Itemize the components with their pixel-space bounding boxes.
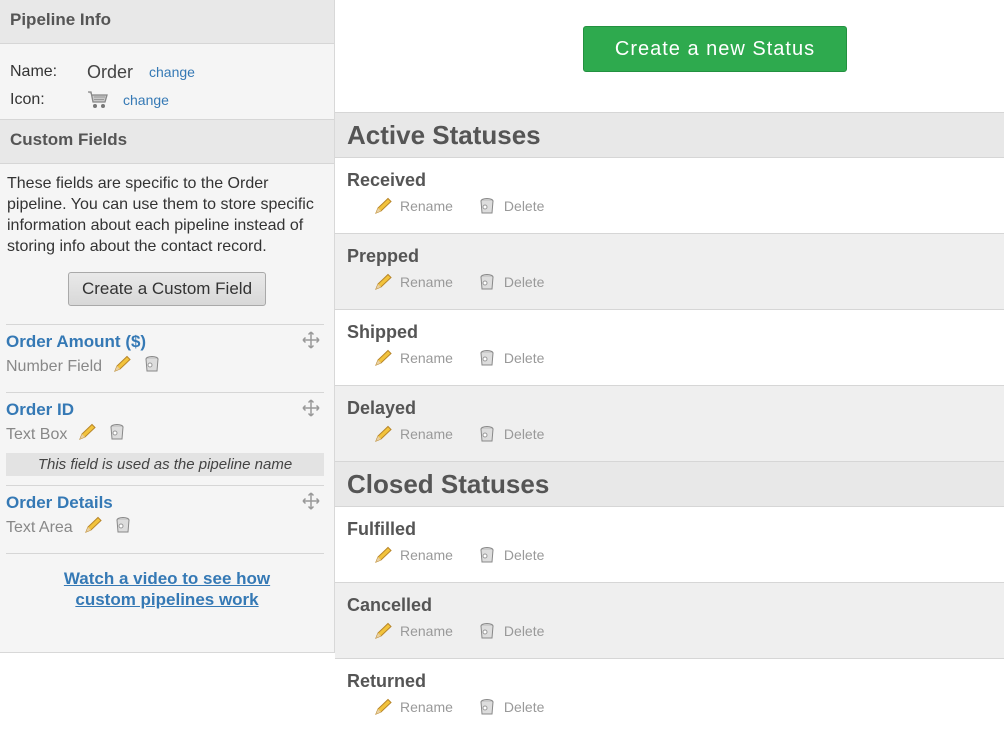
pencil-icon [375, 622, 392, 639]
pipeline-name: Order [87, 61, 134, 82]
create-new-status-button[interactable]: Create a new Status [583, 26, 847, 72]
trash-icon[interactable] [142, 355, 162, 378]
closed-statuses-heading: Closed Statuses [335, 462, 1004, 507]
statuses-panel: Create a new Status Active Statuses Rece… [335, 0, 1004, 729]
delete-label: Delete [503, 274, 545, 290]
status-row: Received Rename Delete [335, 158, 1004, 234]
drag-handle-icon[interactable] [302, 399, 320, 417]
delete-button[interactable]: Delete [477, 273, 544, 291]
trash-icon [480, 699, 494, 715]
rename-button[interactable]: Rename [373, 425, 453, 443]
delete-button[interactable]: Delete [477, 698, 544, 716]
rename-button[interactable]: Rename [373, 349, 453, 367]
change-name-link[interactable]: change [149, 64, 195, 80]
pencil-icon [375, 197, 392, 214]
pencil-icon[interactable] [112, 355, 132, 378]
field-type: Number Field [6, 357, 103, 375]
delete-button[interactable]: Delete [477, 425, 544, 443]
status-row: Fulfilled Rename Delete [335, 507, 1004, 583]
pencil-icon [375, 425, 392, 442]
pipeline-info-panel: Name: Order change Icon: change [0, 44, 334, 120]
pencil-icon[interactable] [83, 516, 103, 539]
change-icon-link[interactable]: change [123, 92, 169, 108]
pipeline-name-note: This field is used as the pipeline name [6, 453, 324, 476]
custom-field-item: Order Details Text Area [6, 485, 324, 553]
field-type: Text Area [6, 518, 73, 536]
rename-label: Rename [400, 426, 453, 442]
name-label: Name: [10, 63, 58, 80]
pipeline-info-heading: Pipeline Info [0, 0, 334, 44]
rename-button[interactable]: Rename [373, 622, 453, 640]
rename-label: Rename [400, 547, 453, 563]
pencil-icon [375, 546, 392, 563]
delete-button[interactable]: Delete [477, 197, 544, 215]
status-name: Fulfilled [347, 519, 416, 539]
field-type: Text Box [6, 425, 68, 443]
rename-button[interactable]: Rename [373, 698, 453, 716]
trash-icon [480, 274, 494, 290]
pencil-icon[interactable] [77, 423, 97, 446]
trash-icon [480, 426, 494, 442]
delete-label: Delete [503, 623, 545, 639]
pencil-icon [375, 273, 392, 290]
status-name: Shipped [347, 322, 418, 342]
drag-handle-icon[interactable] [302, 492, 320, 510]
drag-handle-icon[interactable] [302, 331, 320, 349]
trash-icon [480, 198, 494, 214]
status-row: Returned Rename Delete [335, 659, 1004, 729]
sidebar: Pipeline Info Name: Order change Icon: c… [0, 0, 335, 653]
rename-label: Rename [400, 274, 453, 290]
delete-button[interactable]: Delete [477, 349, 544, 367]
pencil-icon [375, 349, 392, 366]
custom-fields-description: These fields are specific to the Order p… [7, 175, 314, 255]
pencil-icon [375, 698, 392, 715]
trash-icon [480, 547, 494, 563]
custom-fields-heading: Custom Fields [0, 120, 334, 164]
rename-label: Rename [400, 350, 453, 366]
field-name[interactable]: Order Amount ($) [6, 325, 324, 352]
status-row: Shipped Rename Delete [335, 310, 1004, 386]
status-name: Delayed [347, 398, 417, 418]
delete-label: Delete [503, 547, 545, 563]
status-row: Delayed Rename Delete [335, 386, 1004, 462]
delete-label: Delete [503, 198, 545, 214]
rename-label: Rename [400, 699, 453, 715]
rename-button[interactable]: Rename [373, 546, 453, 564]
delete-label: Delete [503, 350, 545, 366]
rename-button[interactable]: Rename [373, 273, 453, 291]
cart-icon [87, 90, 109, 110]
field-name[interactable]: Order ID [6, 393, 324, 420]
create-custom-field-button[interactable]: Create a Custom Field [67, 272, 267, 306]
status-name: Returned [347, 671, 427, 691]
icon-label: Icon: [10, 91, 45, 108]
trash-icon [480, 350, 494, 366]
status-name: Prepped [347, 246, 420, 266]
status-name: Received [347, 170, 427, 190]
field-name[interactable]: Order Details [6, 486, 324, 513]
rename-label: Rename [400, 198, 453, 214]
rename-button[interactable]: Rename [373, 197, 453, 215]
custom-field-item: Order ID Text Box This field is used as … [6, 392, 324, 485]
status-row: Prepped Rename Delete [335, 234, 1004, 310]
delete-button[interactable]: Delete [477, 546, 544, 564]
rename-label: Rename [400, 623, 453, 639]
status-name: Cancelled [347, 595, 433, 615]
trash-icon [480, 623, 494, 639]
trash-icon[interactable] [113, 516, 133, 539]
custom-field-item: Order Amount ($) Number Field [6, 324, 324, 392]
active-statuses-heading: Active Statuses [335, 113, 1004, 158]
watch-video-link[interactable]: Watch a video to see how custom pipeline… [0, 568, 334, 610]
delete-button[interactable]: Delete [477, 622, 544, 640]
status-row: Cancelled Rename Delete [335, 583, 1004, 659]
delete-label: Delete [503, 426, 545, 442]
delete-label: Delete [503, 699, 545, 715]
trash-icon[interactable] [107, 423, 127, 446]
